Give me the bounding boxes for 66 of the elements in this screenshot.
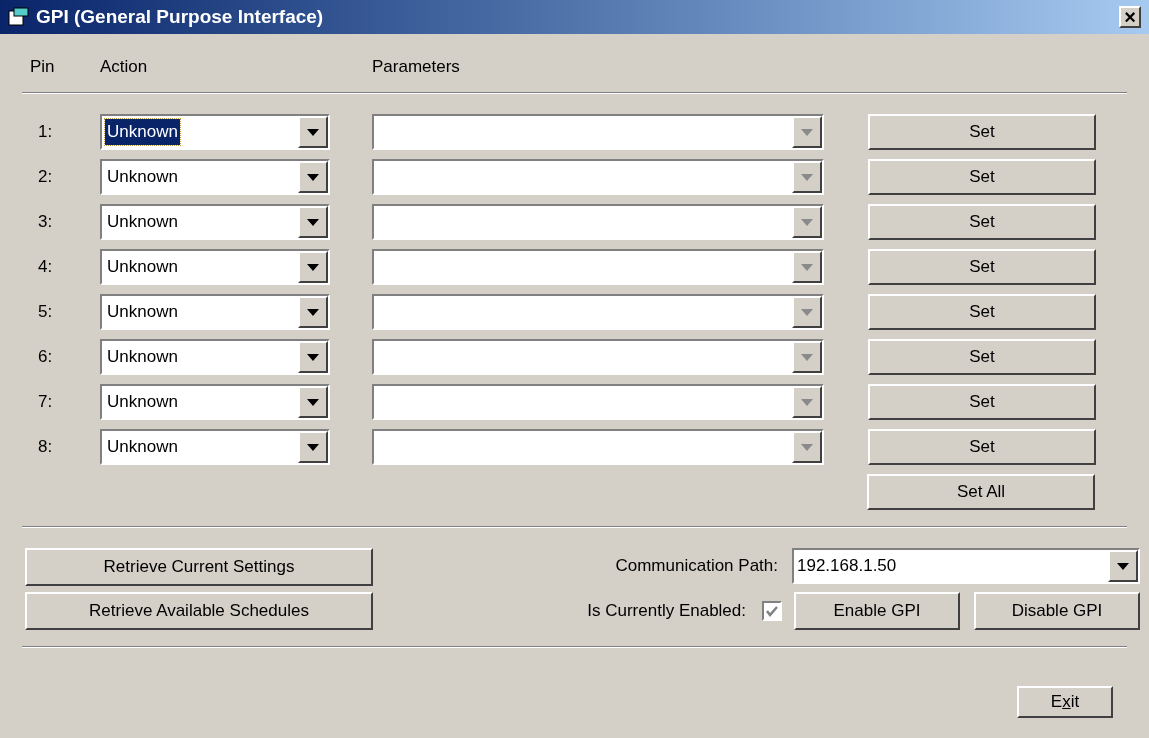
dropdown-button[interactable] xyxy=(298,386,328,418)
set-button[interactable]: Set xyxy=(868,114,1096,150)
caret-icon xyxy=(307,218,319,226)
pin-label: 5: xyxy=(38,301,54,324)
communication-path-dropdown[interactable]: 192.168.1.50 xyxy=(792,548,1140,584)
caret-icon xyxy=(307,263,319,271)
set-all-button[interactable]: Set All xyxy=(867,474,1095,510)
caret-icon xyxy=(801,263,813,271)
set-button[interactable]: Set xyxy=(868,339,1096,375)
set-button[interactable]: Set xyxy=(868,249,1096,285)
caret-icon xyxy=(801,173,813,181)
dropdown-button[interactable] xyxy=(298,206,328,238)
caret-icon xyxy=(1117,562,1129,570)
gpi-button[interactable]: Disable GPI xyxy=(974,592,1140,630)
column-header: Action xyxy=(100,56,149,79)
action-dropdown[interactable]: Unknown xyxy=(100,429,330,465)
gpi-button[interactable]: Enable GPI xyxy=(794,592,960,630)
caret-icon xyxy=(307,353,319,361)
caret-icon xyxy=(307,128,319,136)
dropdown-button[interactable] xyxy=(1108,550,1138,582)
pin-label: 7: xyxy=(38,391,54,414)
caret-icon xyxy=(801,128,813,136)
action-dropdown[interactable]: Unknown xyxy=(100,339,330,375)
close-button[interactable]: × xyxy=(1119,6,1141,28)
retrieve-button[interactable]: Retrieve Available Schedules xyxy=(25,592,373,630)
pin-label: 8: xyxy=(38,436,54,459)
action-dropdown[interactable]: Unknown xyxy=(100,159,330,195)
caret-icon xyxy=(801,353,813,361)
set-button[interactable]: Set xyxy=(868,159,1096,195)
dropdown-button[interactable] xyxy=(298,431,328,463)
caret-icon xyxy=(307,443,319,451)
dropdown-button[interactable] xyxy=(298,116,328,148)
pin-label: 1: xyxy=(38,121,54,144)
dropdown-button[interactable] xyxy=(298,341,328,373)
set-button[interactable]: Set xyxy=(868,204,1096,240)
dropdown-button[interactable] xyxy=(298,161,328,193)
app-icon xyxy=(8,7,30,27)
caret-icon xyxy=(801,218,813,226)
dropdown-button[interactable] xyxy=(298,296,328,328)
window-title: GPI (General Purpose Interface) xyxy=(36,4,325,29)
caret-icon xyxy=(307,173,319,181)
field-label: Communication Path: xyxy=(615,555,778,578)
set-button[interactable]: Set xyxy=(868,384,1096,420)
retrieve-button[interactable]: Retrieve Current Settings xyxy=(25,548,373,586)
caret-icon xyxy=(307,398,319,406)
pin-label: 3: xyxy=(38,211,54,234)
pin-label: 4: xyxy=(38,256,54,279)
set-button[interactable]: Set xyxy=(868,429,1096,465)
check-icon xyxy=(766,605,778,617)
action-dropdown[interactable]: Unknown xyxy=(100,249,330,285)
caret-icon xyxy=(801,443,813,451)
caret-icon xyxy=(307,308,319,316)
pin-label: 2: xyxy=(38,166,54,189)
caret-icon xyxy=(801,398,813,406)
column-header: Parameters xyxy=(372,56,460,79)
pin-label: 6: xyxy=(38,346,54,369)
caret-icon xyxy=(801,308,813,316)
action-dropdown[interactable]: Unknown xyxy=(100,204,330,240)
dropdown-button[interactable] xyxy=(298,251,328,283)
action-dropdown[interactable]: Unknown xyxy=(100,384,330,420)
action-dropdown[interactable]: Unknown xyxy=(100,114,330,150)
exit-button[interactable]: Exit xyxy=(1017,686,1113,718)
action-dropdown[interactable]: Unknown xyxy=(100,294,330,330)
column-header: Pin xyxy=(30,56,56,79)
set-button[interactable]: Set xyxy=(868,294,1096,330)
field-label: Is Currently Enabled: xyxy=(587,600,746,623)
